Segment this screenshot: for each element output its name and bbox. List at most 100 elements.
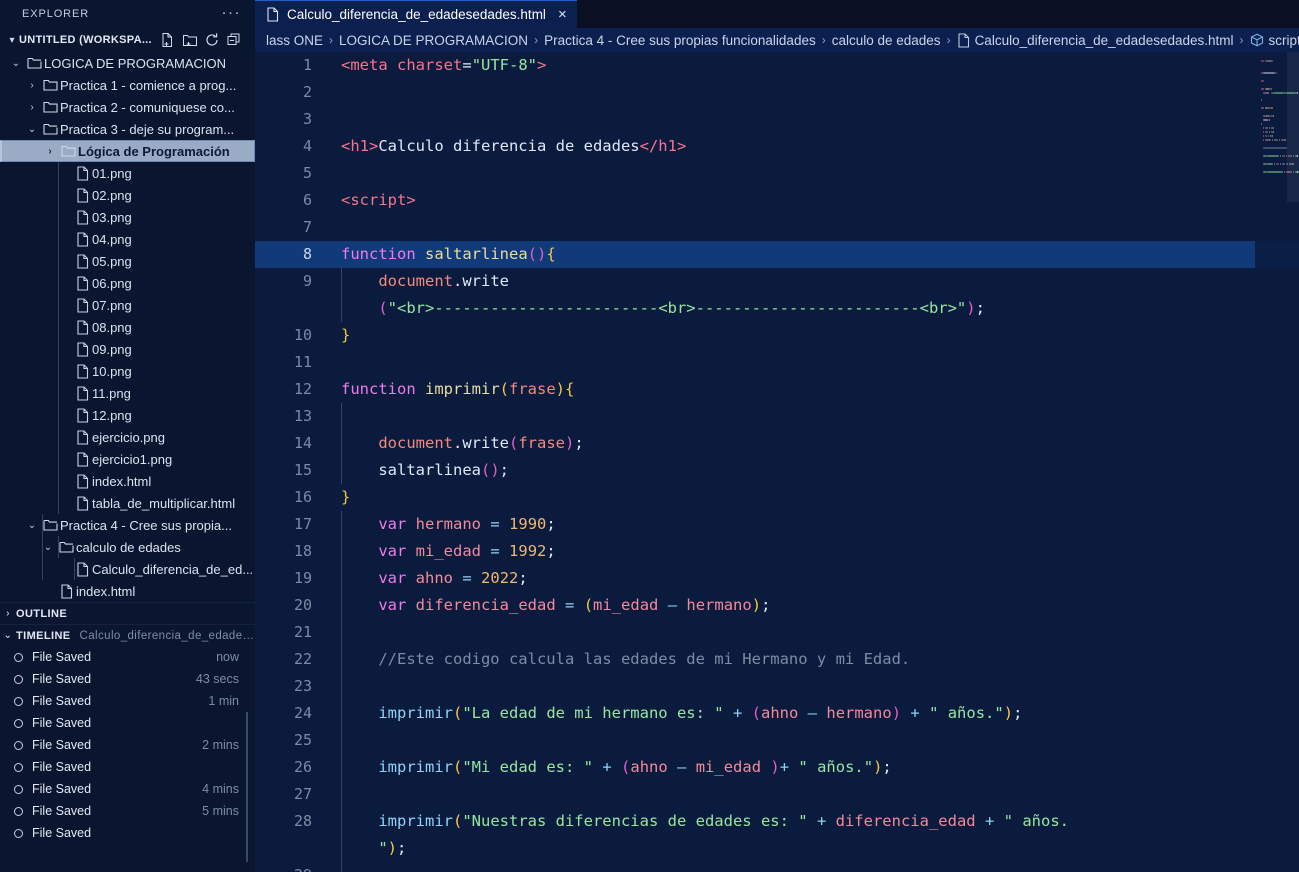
- chevron-down-icon[interactable]: ⌄: [24, 124, 40, 135]
- code-line[interactable]: 17 var hermano = 1990;: [255, 511, 1299, 538]
- timeline-row[interactable]: File Saved: [0, 756, 255, 778]
- timeline-section-header[interactable]: ⌄ TIMELINE Calculo_diferencia_de_edades.…: [0, 624, 255, 646]
- breadcrumb-item-4[interactable]: calculo de edades: [829, 33, 944, 48]
- code-line[interactable]: 3: [255, 106, 1299, 133]
- code-token: +: [602, 758, 612, 776]
- breadcrumb-item-1[interactable]: lass ONE: [263, 33, 326, 48]
- tree-file-row[interactable]: 03.png: [0, 206, 255, 228]
- breadcrumb-item-5[interactable]: Calculo_diferencia_de_edadesedades.html: [954, 33, 1237, 48]
- code-line[interactable]: 6 <script>: [255, 187, 1299, 214]
- breadcrumb-item-6[interactable]: script: [1247, 33, 1299, 48]
- tree-folder-row[interactable]: › Practica 2 - comuniquese co...: [0, 96, 255, 118]
- code-line[interactable]: 16}: [255, 484, 1299, 511]
- timeline-row[interactable]: File Saved now: [0, 646, 255, 668]
- code-line[interactable]: 23: [255, 673, 1299, 700]
- explorer-more-actions-icon[interactable]: ···: [222, 4, 242, 22]
- tree-file-row[interactable]: 07.png: [0, 294, 255, 316]
- tree-folder-row[interactable]: › Practica 1 - comience a prog...: [0, 74, 255, 96]
- timeline-row[interactable]: File Saved 1 min: [0, 690, 255, 712]
- code-line[interactable]: 20 var diferencia_edad = (mi_edad – herm…: [255, 592, 1299, 619]
- code-text: imprimir("La edad de mi hermano es: " + …: [341, 700, 1022, 727]
- tree-file-row[interactable]: Calculo_diferencia_de_ed...: [0, 558, 255, 580]
- code-line[interactable]: 13: [255, 403, 1299, 430]
- close-icon[interactable]: ×: [553, 6, 567, 23]
- code-line[interactable]: 27: [255, 781, 1299, 808]
- chevron-down-icon[interactable]: ⌄: [8, 58, 24, 69]
- tree-file-row[interactable]: 12.png: [0, 404, 255, 426]
- tree-folder-row[interactable]: › Lógica de Programación: [0, 140, 255, 162]
- code-line[interactable]: 5: [255, 160, 1299, 187]
- code-line[interactable]: 9 document.write ("<br>-----------------…: [255, 268, 1299, 322]
- timeline-row[interactable]: File Saved: [0, 822, 255, 844]
- code-line[interactable]: 22 //Este codigo calcula las edades de m…: [255, 646, 1299, 673]
- code-text: <h1>Calculo diferencia de edades</h1>: [341, 133, 686, 160]
- chevron-down-icon[interactable]: ▾: [5, 35, 19, 46]
- code-text: saltarlinea();: [341, 457, 509, 484]
- minimap-line-block: [1262, 60, 1264, 62]
- new-folder-icon[interactable]: [182, 32, 198, 48]
- breadcrumb-item-3[interactable]: Practica 4 - Cree sus propias funcionali…: [541, 33, 819, 48]
- editor-tab-active[interactable]: Calculo_diferencia_de_edadesedades.html …: [255, 0, 577, 28]
- code-token: ;: [574, 434, 584, 452]
- timeline-row[interactable]: File Saved: [0, 712, 255, 734]
- tree-file-row[interactable]: 06.png: [0, 272, 255, 294]
- code-token: imprimir: [378, 704, 453, 722]
- tree-file-row[interactable]: 02.png: [0, 184, 255, 206]
- refresh-icon[interactable]: [204, 32, 220, 48]
- tree-folder-row[interactable]: ⌄ LOGICA DE PROGRAMACION: [0, 52, 255, 74]
- timeline-row[interactable]: File Saved 5 mins: [0, 800, 255, 822]
- code-line[interactable]: 21: [255, 619, 1299, 646]
- tree-folder-row[interactable]: ⌄ calculo de edades: [0, 536, 255, 558]
- chevron-right-icon[interactable]: ›: [24, 80, 40, 91]
- tree-file-row[interactable]: index.html: [0, 470, 255, 492]
- code-line[interactable]: 24 imprimir("La edad de mi hermano es: "…: [255, 700, 1299, 727]
- timeline-row[interactable]: File Saved 43 secs: [0, 668, 255, 690]
- code-line[interactable]: 26 imprimir("Mi edad es: " + (ahno – mi_…: [255, 754, 1299, 781]
- code-line[interactable]: 1 <meta charset="UTF-8">: [255, 52, 1299, 79]
- tree-folder-row[interactable]: ⌄ Practica 3 - deje su program...: [0, 118, 255, 140]
- tree-file-row[interactable]: 08.png: [0, 316, 255, 338]
- editor-scrollbar[interactable]: [1287, 52, 1299, 202]
- code-line[interactable]: 8 function saltarlinea(){: [255, 241, 1299, 268]
- tree-file-row[interactable]: ejercicio.png: [0, 426, 255, 448]
- tree-file-row[interactable]: ejercicio1.png: [0, 448, 255, 470]
- tree-file-row[interactable]: 10.png: [0, 360, 255, 382]
- chevron-down-icon[interactable]: ⌄: [24, 520, 40, 531]
- folder-icon: [58, 144, 78, 158]
- tree-file-row[interactable]: 05.png: [0, 250, 255, 272]
- code-line[interactable]: 19 var ahno = 2022;: [255, 565, 1299, 592]
- tree-file-row[interactable]: 01.png: [0, 162, 255, 184]
- code-line[interactable]: 15 saltarlinea();: [255, 457, 1299, 484]
- tree-file-row[interactable]: index.html: [0, 580, 255, 602]
- code-editor[interactable]: 1 <meta charset="UTF-8"> 2 3 4 <h1>Calculo di…: [255, 52, 1299, 872]
- code-line[interactable]: 7: [255, 214, 1299, 241]
- code-line[interactable]: 4 <h1>Calculo diferencia de edades</h1>: [255, 133, 1299, 160]
- timeline-row[interactable]: File Saved 4 mins: [0, 778, 255, 800]
- code-line[interactable]: 18 var mi_edad = 1992;: [255, 538, 1299, 565]
- tree-file-row[interactable]: 09.png: [0, 338, 255, 360]
- code-line[interactable]: 29: [255, 862, 1299, 872]
- tree-file-row[interactable]: tabla_de_multiplicar.html: [0, 492, 255, 514]
- new-file-icon[interactable]: [160, 32, 176, 48]
- chevron-right-icon[interactable]: ›: [42, 146, 58, 157]
- code-line[interactable]: 2: [255, 79, 1299, 106]
- minimap-line-block: [1279, 139, 1280, 141]
- outline-section-header[interactable]: › OUTLINE: [0, 602, 255, 624]
- tree-folder-row[interactable]: ⌄ Practica 4 - Cree sus propia...: [0, 514, 255, 536]
- timeline-scrollbar[interactable]: [246, 712, 248, 862]
- timeline-row[interactable]: File Saved 2 mins: [0, 734, 255, 756]
- code-line[interactable]: 12 function imprimir(frase){: [255, 376, 1299, 403]
- code-line[interactable]: 14 document.write(frase);: [255, 430, 1299, 457]
- chevron-right-icon[interactable]: ›: [24, 102, 40, 113]
- code-line[interactable]: 28 imprimir("Nuestras diferencias de eda…: [255, 808, 1299, 862]
- breadcrumb-item-2[interactable]: LOGICA DE PROGRAMACION: [336, 33, 531, 48]
- code-line[interactable]: 10}: [255, 322, 1299, 349]
- collapse-all-icon[interactable]: [226, 32, 242, 48]
- code-line[interactable]: 25: [255, 727, 1299, 754]
- code-line[interactable]: 11: [255, 349, 1299, 376]
- tree-file-row[interactable]: 04.png: [0, 228, 255, 250]
- tree-file-row[interactable]: 11.png: [0, 382, 255, 404]
- workspace-header[interactable]: ▾ UNTITLED (WORKSPA...: [0, 28, 255, 52]
